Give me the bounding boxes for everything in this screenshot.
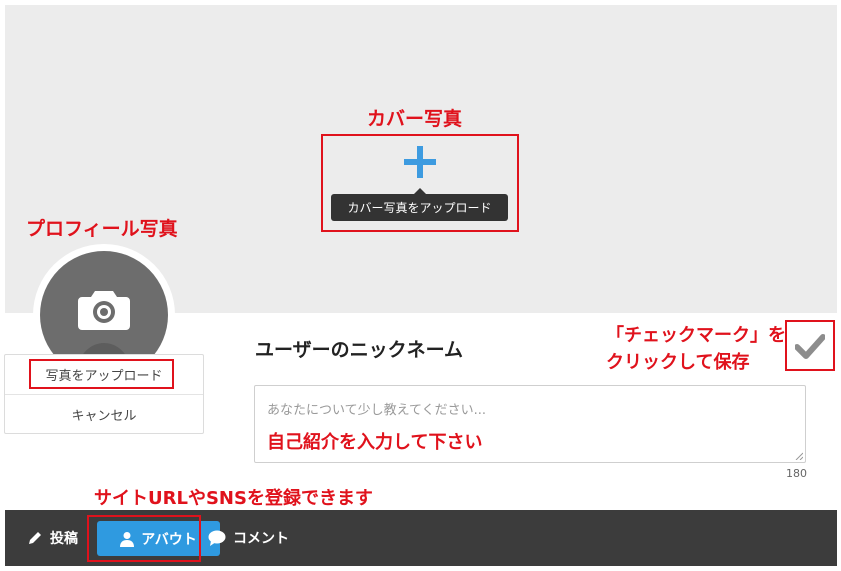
checkmark-icon[interactable] [795, 333, 825, 359]
speech-bubble-icon [208, 530, 226, 546]
nav-comments-label: コメント [233, 531, 289, 547]
save-annotation-line2: クリックして保存 [606, 352, 750, 373]
save-annotation: 「チェックマーク」を クリックして保存 [606, 322, 786, 376]
cover-photo-annotation: カバー写真 [367, 108, 463, 130]
nav-posts[interactable]: 投稿 [27, 510, 78, 566]
character-counter: 180 [786, 467, 807, 480]
upload-photo-highlight-box [29, 359, 174, 389]
cancel-menu-item[interactable]: キャンセル [5, 394, 203, 434]
resize-handle-icon[interactable] [795, 452, 803, 460]
profile-photo-annotation: プロフィール写真 [26, 218, 178, 240]
plus-icon[interactable] [404, 146, 436, 178]
pencil-icon [29, 532, 41, 544]
nav-posts-label: 投稿 [50, 531, 78, 547]
cover-upload-tooltip: カバー写真をアップロード [331, 188, 508, 221]
sns-annotation: サイトURLやSNSを登録できます [94, 488, 373, 509]
bio-annotation: 自己紹介を入力して下さい [267, 432, 483, 453]
nickname-text[interactable]: ユーザーのニックネーム [255, 335, 463, 362]
about-highlight-box [87, 515, 201, 562]
nav-comments[interactable]: コメント [208, 510, 289, 566]
save-annotation-line1: 「チェックマーク」を [606, 325, 786, 346]
bio-textarea[interactable]: あなたについて少し教えてください... 自己紹介を入力して下さい [254, 385, 806, 463]
bio-placeholder: あなたについて少し教えてください... [267, 403, 486, 418]
